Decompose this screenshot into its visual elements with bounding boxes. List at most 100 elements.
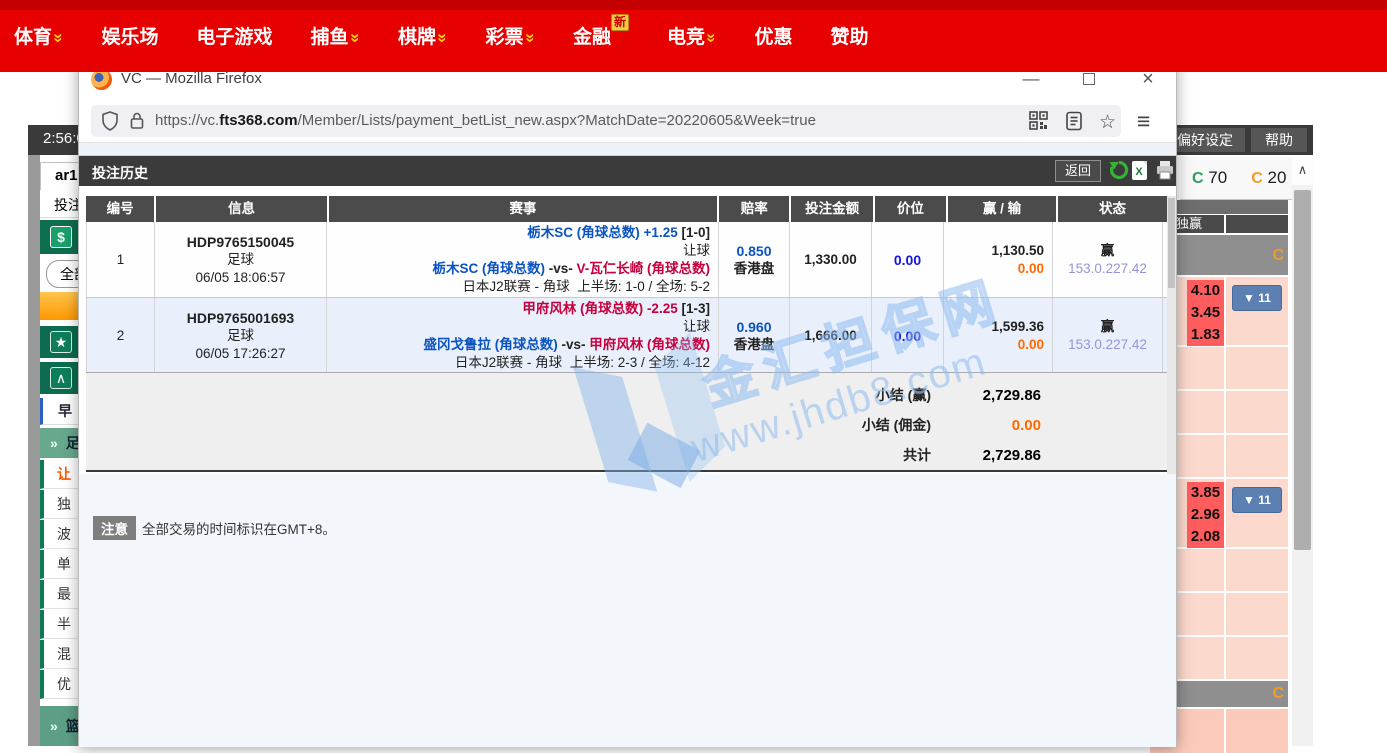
refresh-orange-icon: C xyxy=(1251,170,1263,187)
nav-item-fishing[interactable]: 捕鱼» xyxy=(311,22,360,49)
page-title: 投注历史 xyxy=(92,163,148,183)
more-bets-cell: ▼ 11 xyxy=(1226,277,1288,345)
bet-price: 0.00 xyxy=(872,298,944,373)
nav-item-finance[interactable]: 金融新 xyxy=(573,22,629,49)
bet-num: 1 xyxy=(86,222,155,297)
more-bets-cell: ▼ 11 xyxy=(1226,479,1288,547)
odds-cell xyxy=(1226,709,1288,753)
refresh-orange-icon[interactable]: C xyxy=(1272,247,1284,265)
nav-item-promo[interactable]: 优惠 xyxy=(754,22,792,49)
nav-item-sports[interactable]: 体育» xyxy=(14,22,63,49)
chevron-up-icon: ∧ xyxy=(50,367,72,389)
nav-item-sponsor[interactable]: 赞助 xyxy=(831,22,869,49)
subtotal-commission-value: 0.00 xyxy=(931,417,1041,434)
bet-num: 2 xyxy=(86,298,155,373)
preferences-button[interactable]: 偏好设定 xyxy=(1165,128,1245,152)
subtotal-win-value: 2,729.86 xyxy=(931,387,1041,404)
scrollbar-thumb[interactable] xyxy=(1294,190,1311,550)
arrow-right-icon: » xyxy=(50,435,58,451)
new-badge: 新 xyxy=(611,14,629,31)
menu-hamburger-icon[interactable]: ≡ xyxy=(1137,108,1150,135)
orange-counter[interactable]: C 20 xyxy=(1251,168,1286,188)
bet-table: 编号 信息 赛事 赔率 投注金额 价位 赢 / 输 状态 1 HDP976515… xyxy=(86,196,1167,374)
reader-mode-icon[interactable] xyxy=(1065,111,1087,131)
page-top-strip xyxy=(79,143,1176,156)
gmt-note: 注意全部交易的时间标识在GMT+8。 xyxy=(93,516,336,540)
firefox-icon xyxy=(91,69,112,90)
table-header-row: 编号 信息 赛事 赔率 投注金额 价位 赢 / 输 状态 xyxy=(86,196,1167,222)
summary-box: 小结 (赢)2,729.86 小结 (佣金)0.00 共计2,729.86 xyxy=(86,372,1167,472)
nav-item-casino[interactable]: 娱乐场 xyxy=(101,22,158,49)
chevron-down-icon: » xyxy=(702,33,722,42)
scrollbar-thumb[interactable] xyxy=(1168,198,1175,288)
maximize-icon xyxy=(1083,73,1095,85)
bet-info: HDP9765150045 足球 06/05 18:06:57 xyxy=(155,222,327,297)
bet-event: 栃木SC (角球总数) +1.25 [1-0] 让球 栃木SC (角球总数) -… xyxy=(327,222,719,297)
address-bar[interactable]: https://vc.fts368.com/Member/Lists/payme… xyxy=(91,105,1121,137)
nav-top-strip xyxy=(0,0,1387,10)
arrow-right-icon: » xyxy=(50,718,58,734)
col-num: 编号 xyxy=(86,196,154,222)
col-price: 价位 xyxy=(875,196,946,222)
more-bets-button[interactable]: ▼ 11 xyxy=(1232,285,1282,311)
refresh-green-icon: C xyxy=(1192,170,1204,187)
lock-icon[interactable] xyxy=(129,111,151,131)
col-amount: 投注金额 xyxy=(791,196,872,222)
bet-status: 赢 153.0.227.42 xyxy=(1053,298,1163,373)
url-toolbar: https://vc.fts368.com/Member/Lists/payme… xyxy=(79,98,1176,143)
firefox-window: VC — Mozilla Firefox — × https://vc.fts3… xyxy=(78,60,1177,746)
bet-price: 0.00 xyxy=(872,222,944,297)
chevron-down-icon: » xyxy=(49,33,69,42)
qr-code-icon[interactable] xyxy=(1029,111,1051,131)
nav-item-lottery[interactable]: 彩票» xyxy=(485,22,534,49)
odds-value[interactable]: 2.08 xyxy=(1187,526,1224,548)
bet-event: 甲府风林 (角球总数) -2.25 [1-3] 让球 盛冈戈鲁拉 (角球总数) … xyxy=(327,298,719,373)
refresh-icon[interactable] xyxy=(1109,160,1131,182)
refresh-orange-icon[interactable]: C xyxy=(1272,685,1284,703)
print-icon[interactable] xyxy=(1155,160,1177,182)
more-bets-button[interactable]: ▼ 11 xyxy=(1232,487,1282,513)
green-counter[interactable]: C 70 xyxy=(1192,168,1227,188)
svg-text:X: X xyxy=(1135,166,1143,178)
nav-item-slots[interactable]: 电子游戏 xyxy=(197,22,273,49)
chevron-down-icon: » xyxy=(520,33,540,42)
col-info: 信息 xyxy=(156,196,326,222)
page-left-edge xyxy=(28,125,40,746)
bookmark-star-icon[interactable]: ☆ xyxy=(1099,111,1121,131)
odds-value[interactable]: 3.45 xyxy=(1187,302,1224,324)
col-winloss: 赢 / 输 xyxy=(948,196,1056,222)
total-value: 2,729.86 xyxy=(931,447,1041,464)
back-button[interactable]: 返回 xyxy=(1055,160,1101,182)
bet-amount: 1,666.00 xyxy=(790,298,872,373)
note-badge: 注意 xyxy=(93,516,136,540)
nav-item-esports[interactable]: 电竞» xyxy=(667,22,716,49)
window-title: VC — Mozilla Firefox xyxy=(121,70,262,87)
bet-history-header: 投注历史 返回 X xyxy=(79,156,1176,186)
nav-item-chess[interactable]: 棋牌» xyxy=(398,22,447,49)
col-odds: 赔率 xyxy=(719,196,789,222)
main-nav: 体育» 娱乐场 电子游戏 捕鱼» 棋牌» 彩票» 金融新 电竞» 优惠 赞助 xyxy=(0,0,1387,72)
url-text: https://vc.fts368.com/Member/Lists/payme… xyxy=(155,112,816,129)
subtotal-win-label: 小结 (赢) xyxy=(876,385,931,405)
page-scrollbar[interactable]: ∧ xyxy=(1292,157,1313,746)
odds-value[interactable]: 1.83 xyxy=(1187,324,1224,346)
bet-status: 赢 153.0.227.42 xyxy=(1053,222,1163,297)
subtotal-commission-label: 小结 (佣金) xyxy=(862,415,931,435)
shield-icon[interactable] xyxy=(101,111,123,131)
col-event: 赛事 xyxy=(329,196,717,222)
chevron-down-icon: » xyxy=(433,33,453,42)
table-row: 2 HDP9765001693 足球 06/05 17:26:27 甲府风林 (… xyxy=(86,298,1167,374)
help-button[interactable]: 帮助 xyxy=(1251,128,1307,152)
odds-value[interactable]: 4.10 xyxy=(1187,280,1224,302)
odds-value[interactable]: 2.96 xyxy=(1187,504,1224,526)
odds-cell xyxy=(1226,637,1288,679)
chevron-down-icon: » xyxy=(345,33,365,42)
scroll-up-icon[interactable]: ∧ xyxy=(1292,157,1313,185)
bet-odds: 0.850 香港盘 xyxy=(719,222,790,297)
excel-export-icon[interactable]: X xyxy=(1131,160,1153,182)
odds-cell xyxy=(1226,347,1288,389)
odds-cell xyxy=(1226,549,1288,591)
odds-value[interactable]: 3.85 xyxy=(1187,482,1224,504)
total-label: 共计 xyxy=(903,445,931,465)
star-icon: ★ xyxy=(50,331,72,353)
